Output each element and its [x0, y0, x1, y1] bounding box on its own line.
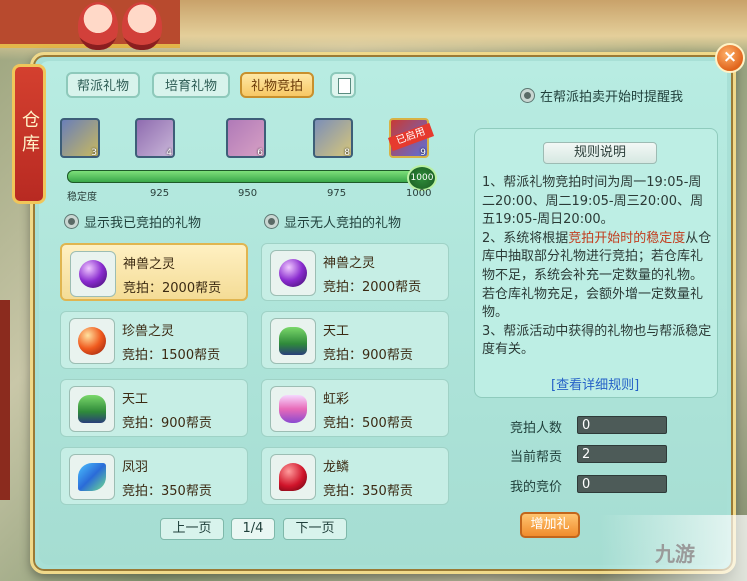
remind-radio-icon[interactable]: [520, 88, 535, 103]
side-tab-warehouse[interactable]: 仓库: [12, 64, 46, 204]
gift-box-icon[interactable]: 8: [313, 118, 353, 158]
stability-bar-fill: [68, 171, 423, 182]
item-name: 神兽之灵: [323, 256, 376, 271]
tab-gift-auction[interactable]: 礼物竞拍: [240, 72, 314, 98]
add-gift-button[interactable]: 增加礼: [520, 512, 580, 538]
item-price: 竞拍：500帮贡: [323, 416, 413, 431]
gift-count: 9: [420, 148, 426, 158]
item-price: 竞拍：350帮贡: [122, 484, 212, 499]
tab-nurture-gifts[interactable]: 培育礼物: [152, 72, 230, 98]
gift-box-icon[interactable]: 3: [60, 118, 100, 158]
item-price: 竞拍：900帮贡: [323, 348, 413, 363]
gift-count: 8: [344, 148, 350, 158]
item-price: 竞拍：1500帮贡: [122, 348, 221, 363]
item-price: 竞拍：350帮贡: [323, 484, 413, 499]
remind-toggle[interactable]: 在帮派拍卖开始时提醒我: [520, 86, 683, 105]
auction-item-card[interactable]: 天工 竞拍：900帮贡: [261, 311, 449, 369]
my-bid-label: 我的竞价: [510, 480, 563, 495]
gift-box-icon[interactable]: 6: [226, 118, 266, 158]
rules-text: 1、帮派礼物竞拍时间为周一19:05-周二20:00、周二19:05-周三20:…: [482, 174, 714, 360]
jade-vase-icon: [270, 318, 316, 364]
phoenix-feather-icon: [69, 454, 115, 500]
jade-vase-icon: [69, 386, 115, 432]
gift-count: 4: [166, 148, 172, 158]
stability-bar: [67, 170, 424, 183]
watermark-logo: 九游: [655, 542, 695, 566]
red-orb-icon: [69, 318, 115, 364]
pillar-decoration: [0, 300, 10, 500]
auction-item-card[interactable]: 神兽之灵 竞拍：2000帮贡: [261, 243, 449, 301]
purple-orb-icon: [70, 251, 116, 297]
filter-my-bids[interactable]: 显示我已竞拍的礼物: [64, 212, 201, 231]
tab-guild-gifts[interactable]: 帮派礼物: [66, 72, 140, 98]
item-price: 竞拍：2000帮贡: [123, 281, 222, 296]
gift-count: 3: [91, 148, 97, 158]
rule-2: 2、系统将根据竞拍开始时的稳定度从仓库中抽取部分礼物进行竞拍；若仓库礼物不足，系…: [482, 230, 712, 321]
filter-no-bids[interactable]: 显示无人竞拍的礼物: [264, 212, 401, 231]
filter-radio-icon[interactable]: [64, 214, 79, 229]
auction-item-card[interactable]: 凤羽 竞拍：350帮贡: [60, 447, 248, 505]
dragon-scale-icon: [270, 454, 316, 500]
item-name: 凤羽: [122, 460, 149, 475]
item-name: 龙鳞: [323, 460, 350, 475]
item-name: 神兽之灵: [123, 257, 176, 272]
edit-icon[interactable]: [330, 72, 356, 98]
rules-title: 规则说明: [543, 142, 657, 164]
rule-highlight: 竞拍开始时的稳定度: [568, 230, 686, 246]
auction-item-card[interactable]: 天工 竞拍：900帮贡: [60, 379, 248, 437]
auction-item-card[interactable]: 珍兽之灵 竞拍：1500帮贡: [60, 311, 248, 369]
current-contribution-value: 2: [577, 445, 667, 463]
prev-page-button[interactable]: 上一页: [160, 518, 224, 540]
rule-1: 1、帮派礼物竞拍时间为周一19:05-周二20:00、周二19:05-周三20:…: [482, 175, 704, 228]
gift-box-icon[interactable]: 已启用 9: [387, 118, 435, 158]
my-bid-value: 0: [577, 475, 667, 493]
rule-3: 3、帮派活动中获得的礼物也与帮派稳定度有关。: [482, 323, 712, 358]
item-name: 虹彩: [323, 392, 350, 407]
stability-tick: 975: [327, 188, 347, 199]
character-figure-1: [78, 2, 118, 50]
filter-label: 显示无人竞拍的礼物: [284, 216, 402, 231]
potion-bottle-icon: [270, 386, 316, 432]
filter-label: 显示我已竞拍的礼物: [84, 216, 202, 231]
stability-tick: 950: [238, 188, 258, 199]
close-icon[interactable]: ×: [715, 43, 745, 73]
enabled-stamp: 已启用: [387, 122, 435, 152]
stability-tick: 1000: [406, 188, 432, 199]
item-name: 天工: [323, 324, 350, 339]
bidder-count-value: 0: [577, 416, 667, 434]
bidder-count-label: 竞拍人数: [510, 421, 563, 436]
character-figure-2: [122, 2, 162, 50]
next-page-button[interactable]: 下一页: [283, 518, 347, 540]
item-price: 竞拍：900帮贡: [122, 416, 212, 431]
filter-radio-icon[interactable]: [264, 214, 279, 229]
stability-tick: 925: [150, 188, 170, 199]
gift-count: 6: [257, 148, 263, 158]
stability-label: 稳定度: [67, 192, 97, 203]
auction-item-card[interactable]: 虹彩 竞拍：500帮贡: [261, 379, 449, 437]
item-name: 天工: [122, 392, 149, 407]
auction-item-card[interactable]: 神兽之灵 竞拍：2000帮贡: [60, 243, 248, 301]
gift-box-icon[interactable]: 4: [135, 118, 175, 158]
remind-label: 在帮派拍卖开始时提醒我: [540, 90, 684, 105]
item-name: 珍兽之灵: [122, 324, 175, 339]
current-contribution-label: 当前帮贡: [510, 450, 563, 465]
detailed-rules-link[interactable]: [查看详细规则]: [551, 374, 639, 393]
auction-item-card[interactable]: 龙鳞 竞拍：350帮贡: [261, 447, 449, 505]
item-price: 竞拍：2000帮贡: [323, 280, 422, 295]
page-indicator: 1/4: [231, 518, 275, 540]
purple-orb-icon: [270, 250, 316, 296]
